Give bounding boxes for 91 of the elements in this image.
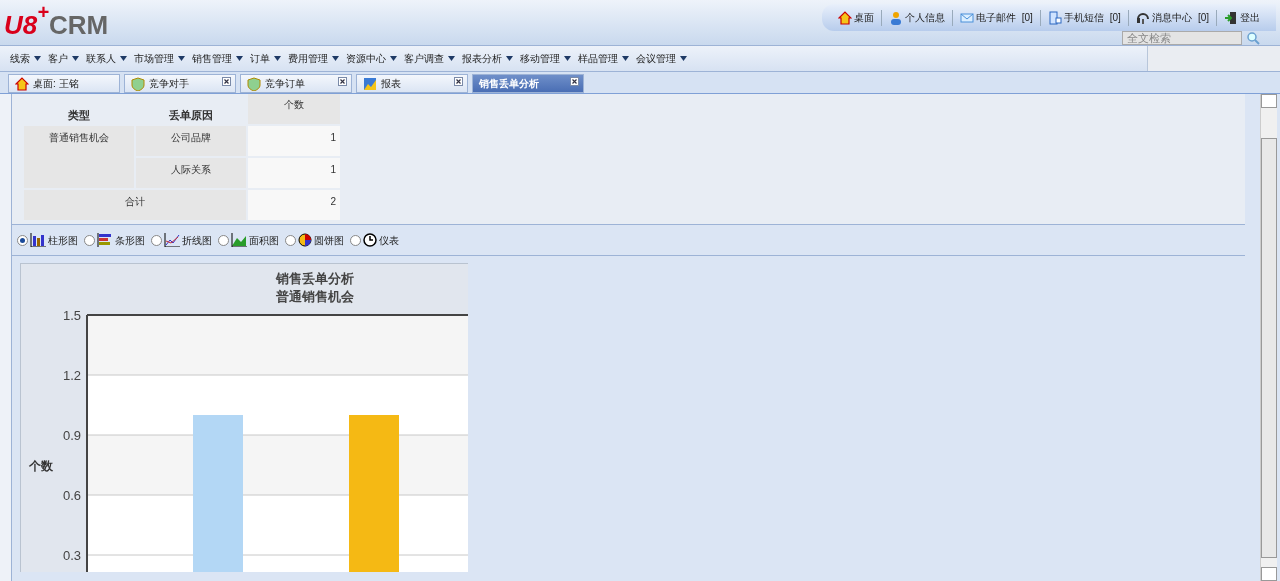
y-tick-label: 1.5 xyxy=(62,308,81,323)
caret-icon xyxy=(564,56,571,61)
scrollbar[interactable] xyxy=(1260,94,1277,581)
clock-icon xyxy=(363,233,377,247)
chart-type-option[interactable]: 柱形图 xyxy=(17,232,78,248)
column-header: 丢单原因 xyxy=(168,107,214,123)
crm-logo: U8+CRM xyxy=(3,0,109,42)
chart-type-option[interactable]: 圆饼图 xyxy=(285,232,344,248)
header-link[interactable]: 消息中心 [0] xyxy=(1131,10,1213,25)
caret-icon xyxy=(274,56,281,61)
tab[interactable]: 竞争对手 xyxy=(124,74,236,93)
chart-type-option[interactable]: 折线图 xyxy=(151,232,212,248)
chart-type-option[interactable]: 仪表 xyxy=(350,232,399,248)
table-cell: 普通销售机会 xyxy=(24,126,134,188)
table-cell: 人际关系 xyxy=(136,158,246,188)
tab[interactable]: 报表 xyxy=(356,74,468,93)
header-link[interactable]: 手机短信 [0] xyxy=(1043,10,1125,25)
y-tick-label: 1.2 xyxy=(62,368,81,383)
line-chart-icon xyxy=(164,233,180,247)
table-cell: 公司品牌 xyxy=(136,126,246,156)
menu-item[interactable]: 会议管理 xyxy=(636,51,687,66)
caret-icon xyxy=(390,56,397,61)
table-cell: 2 xyxy=(248,190,340,220)
menu-item[interactable]: 线索 xyxy=(10,51,41,66)
envelope-icon xyxy=(959,10,974,25)
menu-item[interactable]: 移动管理 xyxy=(520,51,571,66)
header-link[interactable]: 登出 xyxy=(1220,10,1264,25)
header-link[interactable]: 个人信息 xyxy=(884,10,949,25)
column-chart-icon xyxy=(30,233,46,247)
table-cell: 1 xyxy=(248,126,340,156)
chart-title: 普通销售机会 xyxy=(276,289,354,304)
radio-button[interactable] xyxy=(151,234,162,246)
table-cell: 1 xyxy=(248,158,340,188)
caret-icon xyxy=(622,56,629,61)
caret-icon xyxy=(332,56,339,61)
house-icon xyxy=(15,76,29,91)
y-tick-label: 0.3 xyxy=(62,548,81,563)
chart-type-option[interactable]: 条形图 xyxy=(84,232,145,248)
header-link[interactable]: 电子邮件 [0] xyxy=(955,10,1037,25)
person-icon xyxy=(888,10,903,25)
header-link[interactable]: 桌面 xyxy=(833,10,878,25)
menu-item[interactable]: 报表分析 xyxy=(462,51,513,66)
radio-button[interactable] xyxy=(218,234,229,246)
exit-door-icon xyxy=(1224,10,1238,25)
pie-chart-icon xyxy=(298,233,312,247)
y-axis-title: 个数 xyxy=(29,459,53,473)
tab[interactable]: 竞争订单 xyxy=(240,74,352,93)
menu-item[interactable]: 客户调查 xyxy=(404,51,455,66)
menu-item[interactable]: 订单 xyxy=(250,51,281,66)
menu-item[interactable]: 销售管理 xyxy=(192,51,243,66)
caret-icon xyxy=(680,56,687,61)
chart-icon xyxy=(363,76,377,91)
search-icon[interactable] xyxy=(1246,31,1260,45)
menu-item[interactable]: 费用管理 xyxy=(288,51,339,66)
tab[interactable]: 桌面: 王铭 xyxy=(8,74,120,93)
search-field[interactable]: 全文检索 xyxy=(1122,31,1242,45)
close-icon[interactable] xyxy=(454,77,463,86)
radio-button[interactable] xyxy=(84,234,95,246)
caret-icon xyxy=(120,56,127,61)
y-tick-label: 0.6 xyxy=(62,488,81,503)
radio-button[interactable] xyxy=(350,234,361,246)
menu-item[interactable]: 样品管理 xyxy=(578,51,629,66)
bar-chart-icon xyxy=(97,233,113,247)
y-tick-label: 0.9 xyxy=(62,428,81,443)
caret-icon xyxy=(506,56,513,61)
column-header: 个数 xyxy=(248,94,340,124)
area-chart-icon xyxy=(231,233,247,247)
tab[interactable]: 销售丢单分析 xyxy=(472,74,584,93)
radio-button[interactable] xyxy=(17,234,28,246)
menu-item[interactable]: 联系人 xyxy=(86,51,127,66)
close-icon[interactable] xyxy=(570,77,579,86)
close-icon[interactable] xyxy=(222,77,231,86)
menu-item[interactable]: 市场管理 xyxy=(134,51,185,66)
house-icon xyxy=(837,10,852,25)
close-icon[interactable] xyxy=(338,77,347,86)
shield-icon xyxy=(247,76,261,91)
menu-item[interactable]: 资源中心 xyxy=(346,51,397,66)
chart-type-option[interactable]: 面积图 xyxy=(218,232,279,248)
chart-title: 销售丢单分析 xyxy=(276,271,354,286)
caret-icon xyxy=(178,56,185,61)
radio-button[interactable] xyxy=(285,234,296,246)
menu-item[interactable]: 客户 xyxy=(48,51,79,66)
phone-icon xyxy=(1047,10,1062,25)
caret-icon xyxy=(34,56,41,61)
caret-icon xyxy=(448,56,455,61)
table-cell: 合计 xyxy=(24,190,246,220)
column-header: 类型 xyxy=(67,107,91,123)
headset-icon xyxy=(1135,10,1150,25)
shield-icon xyxy=(131,76,145,91)
caret-icon xyxy=(236,56,243,61)
caret-icon xyxy=(72,56,79,61)
